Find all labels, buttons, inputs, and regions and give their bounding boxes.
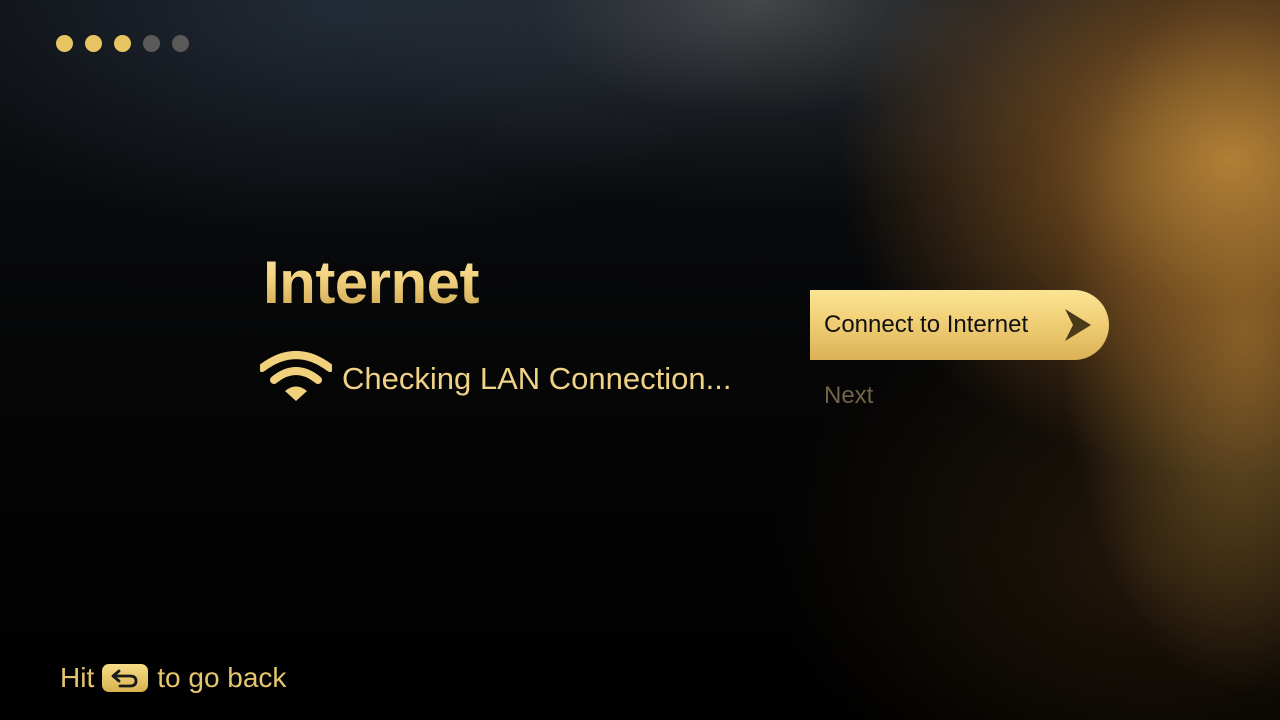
next-button[interactable]: Next (824, 382, 873, 410)
connect-to-internet-button[interactable]: Connect to Internet (810, 290, 1109, 360)
chevron-right-icon (1065, 309, 1091, 341)
return-icon (111, 669, 138, 688)
hint-suffix: to go back (157, 662, 287, 693)
progress-dot-1 (56, 35, 73, 52)
status-text: Checking LAN Connection... (342, 361, 732, 396)
hint-prefix: Hit (60, 662, 95, 693)
wifi-icon (260, 351, 332, 401)
connect-button-label: Connect to Internet (824, 311, 1029, 338)
progress-dot-4 (143, 35, 160, 52)
connection-status: Checking LAN Connection... (260, 348, 731, 404)
progress-dot-2 (85, 35, 102, 52)
page-title: Internet (263, 249, 480, 316)
progress-dots (56, 35, 189, 52)
progress-dot-3 (114, 35, 131, 52)
progress-dot-5 (172, 35, 189, 52)
back-hint: Hit to go back (60, 662, 286, 694)
setup-screen: Internet Checking LAN Connection... Conn… (0, 0, 1280, 720)
back-key (102, 664, 149, 692)
